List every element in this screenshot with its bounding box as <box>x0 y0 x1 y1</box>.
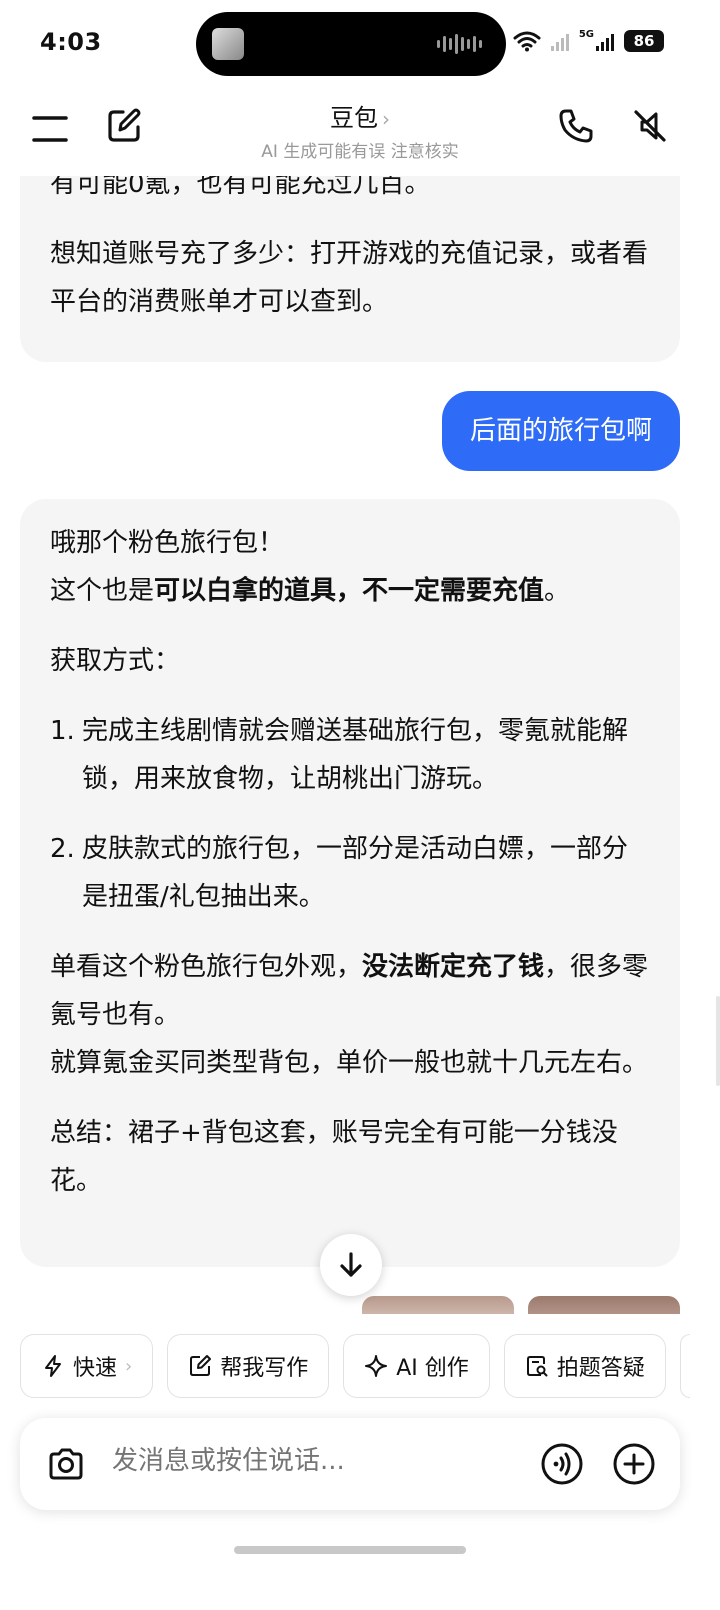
plus-icon[interactable] <box>612 1442 656 1486</box>
audio-wave-icon <box>437 34 482 54</box>
image-thumbnail[interactable] <box>528 1296 680 1314</box>
bot-name: 豆包 <box>330 104 378 132</box>
user-message[interactable]: 后面的旅行包啊 <box>441 391 680 471</box>
chip-label: 帮我写作 <box>220 1356 309 1381</box>
bold-text: 可以白拿的道具，不一定需要充值 <box>154 576 545 606</box>
message-paragraph: 哦那个粉色旅行包！ <box>50 528 285 558</box>
arrow-down-icon <box>340 1252 362 1277</box>
battery-icon: 86 <box>624 30 664 52</box>
scroll-edge <box>716 996 720 1086</box>
message-paragraph: 有可能0氪，也有可能充过几百。 <box>50 176 431 199</box>
ai-message: 有可能0氪，也有可能充过几百。 想知道账号充了多少：打开游戏的充值记录，或者看平… <box>20 176 680 362</box>
chip-write[interactable]: 帮我写作 <box>167 1334 330 1398</box>
dynamic-island[interactable] <box>196 12 506 76</box>
list-item: 2. 皮肤款式的旅行包，一部分是活动白嫖，一部分是扭蛋/礼包抽出来。 <box>50 834 629 912</box>
message-paragraph: 想知道账号充了多少：打开游戏的充值记录，或者看平台的消费账单才可以查到。 <box>50 239 649 317</box>
message-paragraph: 单看这个粉色旅行包外观，没法断定充了钱，很多零氪号也有。 <box>50 952 649 1030</box>
signal-sim1-icon <box>550 31 569 51</box>
chip-label: AI 创作 <box>396 1356 469 1381</box>
chip-label: 快速 <box>73 1356 118 1381</box>
message-input-bar <box>20 1418 680 1510</box>
network-type: 5G <box>578 29 594 40</box>
camera-icon[interactable] <box>46 1444 86 1484</box>
message-paragraph: 这个也是可以白拿的道具，不一定需要充值。 <box>50 576 571 606</box>
signal-sim2-icon <box>596 31 614 51</box>
chip-photo-question[interactable]: 拍题答疑 <box>503 1334 666 1398</box>
home-indicator[interactable] <box>234 1546 466 1554</box>
ai-message: 哦那个粉色旅行包！ 这个也是可以白拿的道具，不一定需要充值。 获取方式： 1. … <box>20 499 680 1267</box>
bot-title-area[interactable]: 豆包 › AI 生成可能有误 注意核实 <box>0 98 720 162</box>
doc-search-icon <box>526 1356 548 1377</box>
voice-call-icon[interactable] <box>540 1442 584 1486</box>
chevron-right-icon: › <box>382 107 390 131</box>
message-input[interactable] <box>112 1446 512 1476</box>
message-paragraph: 获取方式： <box>50 646 181 676</box>
message-paragraph: 就算氪金买同类型背包，单价一般也就十几元左右。 <box>50 1048 649 1078</box>
chip-ai-create[interactable]: AI 创作 <box>343 1334 490 1398</box>
lightning-icon <box>45 1355 61 1377</box>
now-playing-thumbnail <box>212 28 244 60</box>
message-paragraph: 总结：裙子+背包这套，账号完全有可能一分钱没花。 <box>50 1118 618 1196</box>
scroll-to-bottom-button[interactable] <box>320 1234 382 1296</box>
bold-text: 没法断定充了钱 <box>362 952 545 982</box>
chevron-right-icon: › <box>125 1355 133 1377</box>
ai-disclaimer: AI 生成可能有误 注意核实 <box>261 142 459 162</box>
chip-fast[interactable]: 快速 › <box>20 1334 154 1398</box>
status-bar: 4:03 5G 86 <box>0 0 720 90</box>
wifi-icon <box>513 31 541 52</box>
chat-scroll-area[interactable]: 有可能0氪，也有可能充过几百。 想知道账号充了多少：打开游戏的充值记录，或者看平… <box>0 176 720 1314</box>
status-time: 4:03 <box>40 28 102 56</box>
chip-label: 拍题答疑 <box>556 1356 645 1381</box>
speaker-mute-icon[interactable] <box>632 108 668 144</box>
status-icons: 5G 86 <box>513 30 664 52</box>
chat-header: 豆包 › AI 生成可能有误 注意核实 <box>0 90 720 176</box>
phone-call-icon[interactable] <box>558 108 594 144</box>
list-item: 1. 完成主线剧情就会赠送基础旅行包，零氪就能解锁，用来放食物，让胡桃出门游玩。 <box>50 716 629 794</box>
chip-more-hint[interactable] <box>679 1334 690 1398</box>
sparkle-icon <box>365 1355 388 1377</box>
pen-square-icon <box>190 1355 212 1376</box>
quick-actions-bar[interactable]: 快速 › 帮我写作 AI 创作 拍题答疑 <box>20 1334 690 1398</box>
image-thumbnail[interactable] <box>362 1296 514 1314</box>
ordered-list: 1. 完成主线剧情就会赠送基础旅行包，零氪就能解锁，用来放食物，让胡桃出门游玩。… <box>50 707 650 921</box>
